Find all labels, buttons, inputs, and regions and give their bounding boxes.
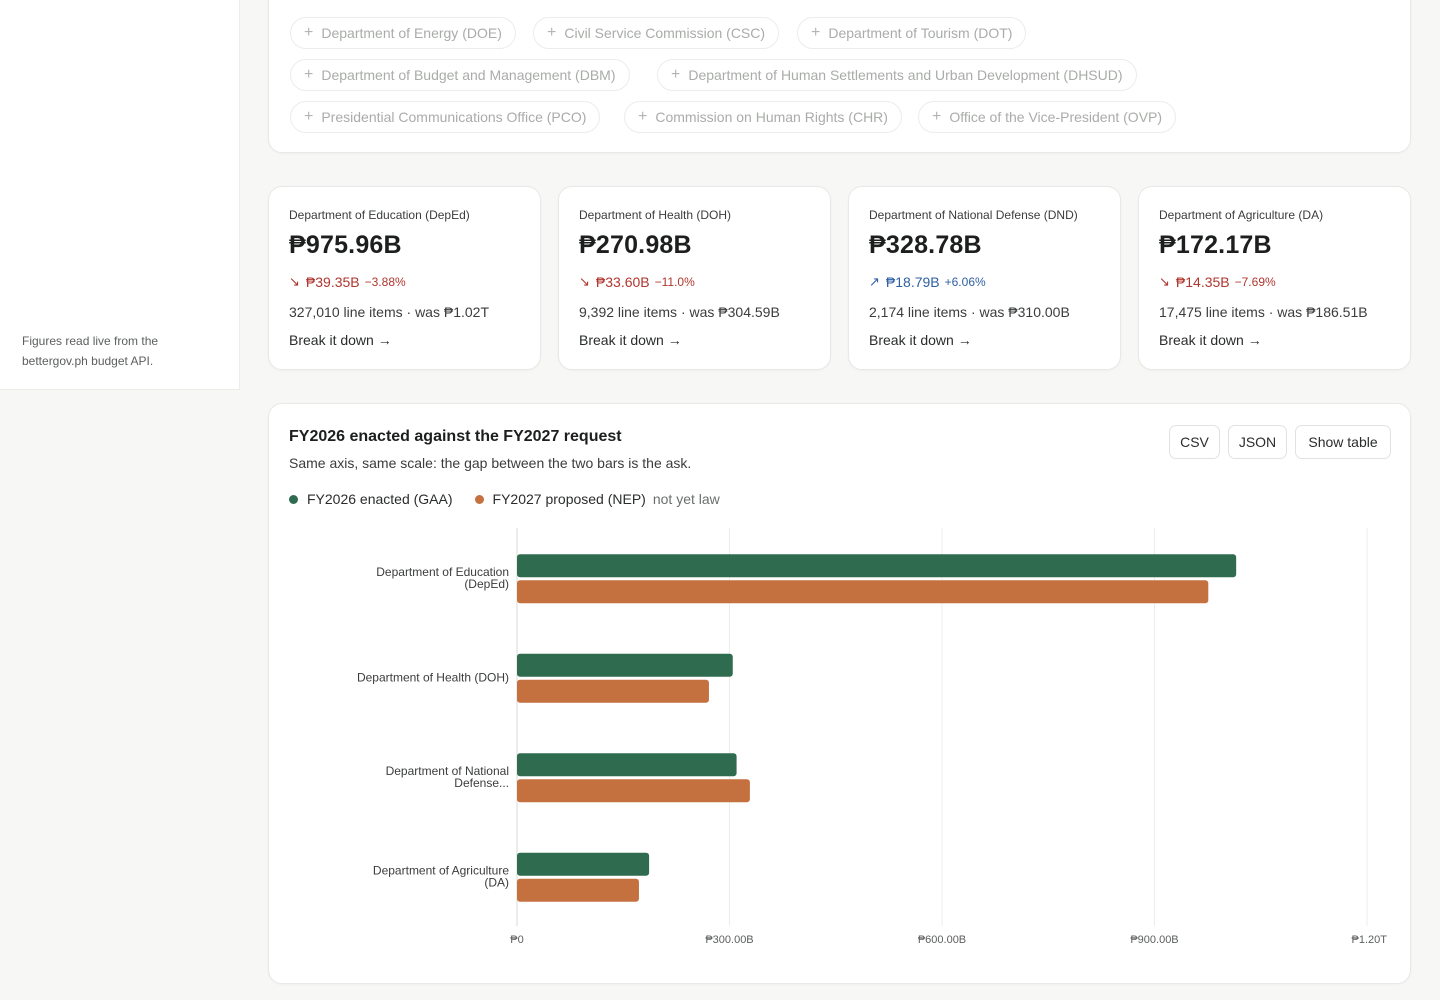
chip-label: Department of Budget and Management (DBM… (321, 67, 616, 83)
bar-proposed (517, 580, 1209, 604)
chip-label: Civil Service Commission (CSC) (564, 25, 766, 41)
chip-label: Commission on Human Rights (CHR) (655, 109, 888, 125)
add-department-chip[interactable]: + Commission on Human Rights (CHR) (624, 101, 902, 133)
stat-delta-percent: +6.06% (944, 275, 986, 289)
plus-icon: + (932, 108, 942, 125)
trend-down-icon: ↘ (289, 274, 300, 289)
stat-delta-value: ₱14.35B (1175, 274, 1230, 290)
bar-enacted (517, 753, 737, 777)
chip-label: Department of Energy (DOE) (321, 25, 502, 41)
stat-card-doh: Department of Health (DOH) ₱270.98B ↘ ₱33… (558, 186, 831, 370)
comparison-chart-card: FY2026 enacted against the FY2027 reques… (268, 403, 1411, 984)
stat-amount: ₱328.78B (869, 231, 982, 259)
sidebar: Figures read live from the bettergov.ph … (0, 0, 240, 390)
trend-down-icon: ↘ (579, 274, 590, 289)
plus-icon: + (304, 24, 314, 41)
stat-card-deped: Department of Education (DepEd) ₱975.96B… (268, 186, 541, 370)
stat-card-da: Department of Agriculture (DA) ₱172.17B … (1138, 186, 1411, 370)
stat-meta: 17,475 line items · was ₱186.51B (1159, 304, 1368, 320)
category-label: Department of Health (DOH) (357, 670, 509, 684)
x-tick-label: ₱0 (510, 934, 523, 946)
stat-department: Department of National Defense (DND) (869, 208, 1078, 222)
stat-delta: ↘ ₱14.35B −7.69% (1159, 274, 1276, 290)
category-label: Defense... (454, 776, 509, 790)
stat-amount: ₱172.17B (1159, 231, 1272, 259)
break-it-down-link[interactable]: Break it down → (579, 332, 682, 348)
sidebar-source-note: Figures read live from the bettergov.ph … (22, 334, 159, 368)
chip-label: Department of Tourism (DOT) (828, 25, 1013, 41)
stat-delta-percent: −7.69% (1234, 275, 1276, 289)
department-picker: + Department of Energy (DOE) + Civil Servi… (268, 0, 1411, 153)
trend-down-icon: ↘ (1159, 274, 1170, 289)
stat-amount: ₱270.98B (579, 231, 692, 259)
stat-delta: ↗ ₱18.79B +6.06% (869, 274, 986, 290)
break-it-down-link[interactable]: Break it down → (869, 332, 972, 348)
chip-label: Office of the Vice-President (OVP) (949, 109, 1163, 125)
chip-label: Department of Human Settlements and Urba… (688, 67, 1123, 83)
x-tick-label: ₱600.00B (918, 934, 966, 946)
trend-up-icon: ↗ (869, 274, 880, 289)
break-it-down-link[interactable]: Break it down → (289, 332, 392, 348)
bar-proposed (517, 679, 709, 703)
stat-delta-percent: −3.88% (364, 275, 406, 289)
stat-meta: 327,010 line items · was ₱1.02T (289, 304, 489, 320)
add-department-chip[interactable]: + Presidential Communications Office (PCO… (290, 101, 601, 133)
plus-icon: + (671, 66, 681, 83)
stat-department: Department of Agriculture (DA) (1159, 208, 1324, 222)
stat-delta-percent: −11.0% (654, 275, 695, 289)
stat-department: Department of Education (DepEd) (289, 208, 470, 222)
add-department-chip[interactable]: + Department of Budget and Management (DB… (290, 59, 630, 91)
plus-icon: + (304, 66, 314, 83)
add-department-chip[interactable]: + Department of Human Settlements and Urb… (657, 59, 1137, 91)
bar-chart: ₱0 ₱300.00B ₱600.00B ₱900.00B ₱1.20T Departme… (357, 528, 1388, 946)
stat-department: Department of Health (DOH) (579, 208, 732, 222)
plus-icon: + (638, 108, 648, 125)
stat-meta: 9,392 line items · was ₱304.59B (579, 304, 780, 320)
bar-proposed (517, 878, 639, 902)
chip-label: Presidential Communications Office (PCO) (321, 109, 587, 125)
break-it-down-link[interactable]: Break it down → (1159, 332, 1262, 348)
plus-icon: + (811, 24, 821, 41)
stat-meta: 2,174 line items · was ₱310.00B (869, 304, 1070, 320)
plus-icon: + (304, 108, 314, 125)
x-tick-label: ₱900.00B (1130, 934, 1178, 946)
add-department-chip[interactable]: + Department of Tourism (DOT) (797, 17, 1027, 49)
x-tick-label: ₱1.20T (1352, 934, 1388, 946)
bar-enacted (517, 852, 650, 876)
bar-enacted (517, 653, 733, 677)
bar-proposed (517, 779, 750, 803)
category-label: (DepEd) (464, 577, 509, 591)
add-department-chip[interactable]: + Civil Service Commission (CSC) (533, 17, 780, 49)
add-department-chip[interactable]: + Office of the Vice-President (OVP) (918, 101, 1177, 133)
stat-amount: ₱975.96B (289, 231, 402, 259)
category-label: (DA) (484, 875, 509, 889)
bar-enacted (517, 554, 1237, 578)
stat-delta: ↘ ₱39.35B −3.88% (289, 274, 406, 290)
plus-icon: + (547, 24, 557, 41)
stat-delta: ↘ ₱33.60B −11.0% (579, 274, 695, 290)
stat-delta-value: ₱18.79B (885, 274, 940, 290)
stat-delta-value: ₱39.35B (305, 274, 360, 290)
stat-delta-value: ₱33.60B (595, 274, 650, 290)
x-tick-label: ₱300.00B (705, 934, 753, 946)
add-department-chip[interactable]: + Department of Energy (DOE) (290, 17, 516, 49)
stat-card-dnd: Department of National Defense (DND) ₱32… (848, 186, 1121, 370)
